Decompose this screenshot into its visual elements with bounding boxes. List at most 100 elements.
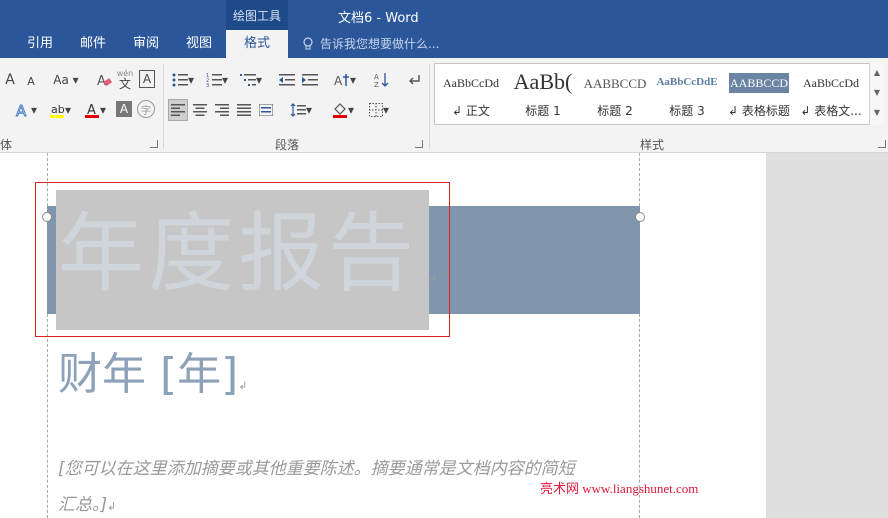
style-heading-3[interactable]: AaBbCcDdE 标题 3 xyxy=(651,64,723,124)
font-dialog-launcher[interactable] xyxy=(150,140,158,148)
style-name: 标题 2 xyxy=(597,104,633,118)
text-effects-icon: A xyxy=(15,102,27,118)
title-bar xyxy=(0,0,888,30)
group-separator xyxy=(429,64,430,149)
style-name: ↲ 正文 xyxy=(452,104,490,118)
style-table-text[interactable]: AaBbCcDd ↲ 表格文... xyxy=(795,64,867,124)
grow-font-button[interactable]: A xyxy=(2,69,18,91)
document-subtitle[interactable]: 财年 [年]↲ xyxy=(58,338,248,402)
grow-font-label: A xyxy=(5,72,15,88)
tab-review[interactable]: 审阅 xyxy=(133,35,159,55)
align-left-button[interactable] xyxy=(168,99,188,121)
tab-references[interactable]: 引用 xyxy=(27,35,53,55)
style-heading-2[interactable]: AABBCCD 标题 2 xyxy=(579,64,651,124)
shading-button[interactable]: ▾ xyxy=(328,99,358,121)
watermark: 亮术网 www.liangshunet.com xyxy=(540,481,699,496)
shrink-font-button[interactable]: A xyxy=(24,70,38,92)
paragraph-dialog-launcher[interactable] xyxy=(415,140,423,148)
distributed-button[interactable] xyxy=(256,99,276,121)
styles-gallery: AaBbCcDd ↲ 正文 AaBb( 标题 1 AABBCCD 标题 2 Aa… xyxy=(434,63,884,125)
style-name: 标题 1 xyxy=(525,104,561,118)
lightbulb-icon xyxy=(303,36,313,49)
styles-group-label: 样式 xyxy=(640,138,665,152)
increase-indent-icon xyxy=(302,74,318,86)
style-sample: AaBbCcDd xyxy=(443,76,499,90)
style-name: ↲ 表格标题 xyxy=(728,104,790,118)
character-border-label: A xyxy=(142,72,152,86)
style-name: 标题 3 xyxy=(669,104,705,118)
highlight-button[interactable]: ab ▾ xyxy=(46,99,74,121)
numbering-button[interactable]: 1 2 3 ▾ xyxy=(202,69,232,91)
justify-icon xyxy=(237,104,251,116)
scroll-down-button[interactable]: ▼ xyxy=(870,83,884,103)
font-color-icon: A xyxy=(84,103,99,118)
svg-text:A: A xyxy=(16,102,27,118)
change-case-button[interactable]: Aa ▾ xyxy=(50,69,82,91)
tab-mailings[interactable]: 邮件 xyxy=(80,35,106,55)
eraser-icon: A xyxy=(97,74,112,88)
font-group-label: 体 xyxy=(0,138,13,152)
sort-icon: AZ xyxy=(374,73,389,88)
increase-indent-button[interactable] xyxy=(300,69,320,91)
gray-area xyxy=(766,153,888,518)
character-shading-button[interactable]: A xyxy=(116,101,132,117)
document-title: 文档6 - Word xyxy=(338,11,419,26)
style-name: ↲ 表格文... xyxy=(800,104,862,118)
style-heading-1[interactable]: AaBb( 标题 1 xyxy=(507,64,579,124)
group-separator xyxy=(163,64,164,149)
distributed-icon xyxy=(259,104,273,116)
show-marks-button[interactable] xyxy=(404,69,424,91)
styles-dialog-launcher[interactable] xyxy=(878,140,886,148)
style-sample: AaBb( xyxy=(513,69,573,94)
annotation-highlight xyxy=(35,182,450,337)
more-styles-button[interactable]: ▼ xyxy=(870,103,884,123)
style-normal[interactable]: AaBbCcDd ↲ 正文 xyxy=(435,64,507,124)
scroll-up-button[interactable]: ▲ xyxy=(870,63,884,83)
multilevel-list-icon xyxy=(239,74,256,86)
style-sample: AABBCCD xyxy=(583,76,647,91)
borders-button[interactable]: ▾ xyxy=(364,99,394,121)
numbered-list-icon: 123 xyxy=(206,73,222,87)
abstract-line-2[interactable]: 汇总。]↲ xyxy=(58,490,116,515)
style-sample: AaBbCcDd xyxy=(803,76,859,90)
tab-view[interactable]: 视图 xyxy=(186,35,212,55)
align-center-icon xyxy=(193,104,207,116)
borders-icon xyxy=(368,103,383,117)
font-color-button[interactable]: A ▾ xyxy=(82,99,108,121)
character-border-button[interactable]: A xyxy=(139,70,155,88)
context-group-label: 绘图工具 xyxy=(232,9,281,23)
svg-text:A: A xyxy=(374,73,379,81)
bullets-button[interactable]: ▾ xyxy=(168,69,198,91)
line-spacing-icon xyxy=(290,103,306,117)
paragraph-mark-icon xyxy=(409,75,420,85)
change-case-label: Aa xyxy=(53,73,69,87)
tell-me-box[interactable]: 告诉我您想要做什么... xyxy=(302,35,439,52)
svg-text:ab: ab xyxy=(51,103,65,116)
ribbon-tabs: 引用 邮件 审阅 视图 xyxy=(0,30,888,58)
style-table-title[interactable]: AABBCCD ↲ 表格标题 xyxy=(723,64,795,124)
bullet-list-icon xyxy=(172,73,188,87)
resize-handle-right[interactable] xyxy=(635,212,645,222)
svg-text:3: 3 xyxy=(206,83,209,87)
multilevel-list-button[interactable]: ▾ xyxy=(236,69,266,91)
sort-button[interactable]: AZ xyxy=(372,69,392,91)
abstract-line-1[interactable]: [您可以在这里添加摘要或其他重要陈述。摘要通常是文档内容的简短 xyxy=(58,454,575,479)
phonetic-guide-button[interactable]: wén 文 xyxy=(116,69,134,91)
enclose-characters-button[interactable]: 字 xyxy=(137,100,155,118)
justify-button[interactable] xyxy=(234,99,254,121)
paragraph-group-label: 段落 xyxy=(275,138,300,152)
clear-format-button[interactable]: A xyxy=(96,69,112,91)
align-right-button[interactable] xyxy=(212,99,232,121)
asian-layout-button[interactable]: A ▾ xyxy=(330,69,360,91)
tell-me-text: 告诉我您想要做什么... xyxy=(320,37,440,51)
text-effects-button[interactable]: A ▾ xyxy=(12,99,40,121)
tab-format[interactable]: 格式 xyxy=(226,30,288,58)
decrease-indent-button[interactable] xyxy=(277,69,297,91)
align-center-button[interactable] xyxy=(190,99,210,121)
style-sample: AaBbCcDdE xyxy=(656,76,718,88)
line-spacing-button[interactable]: ▾ xyxy=(286,99,316,121)
paint-bucket-icon xyxy=(332,103,347,118)
styles-scroll: ▲ ▼ ▼ xyxy=(869,63,884,125)
asian-layout-icon: A xyxy=(334,74,349,87)
resize-handle-left[interactable] xyxy=(42,212,52,222)
